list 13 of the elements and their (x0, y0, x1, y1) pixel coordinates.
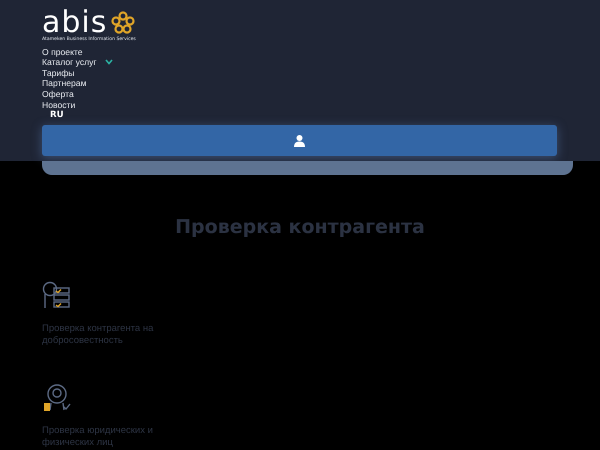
ornament-icon (111, 11, 136, 35)
nav-link[interactable]: Партнерам (42, 78, 86, 89)
nav-link[interactable]: Новости (42, 100, 76, 110)
page-title: Проверка контрагента (174, 215, 426, 240)
award-icon (42, 383, 72, 414)
chevron-down-icon[interactable] (104, 59, 113, 66)
logo-wordmark[interactable]: abis (42, 8, 108, 38)
nav-link[interactable]: Тарифы (42, 68, 74, 78)
nav-link[interactable]: Каталог услуг (42, 57, 97, 68)
nav-link[interactable]: О проекте (42, 46, 83, 58)
language-switch[interactable]: RU (50, 110, 64, 122)
user-icon (294, 134, 305, 147)
nav-link[interactable]: Оферта (42, 88, 74, 100)
